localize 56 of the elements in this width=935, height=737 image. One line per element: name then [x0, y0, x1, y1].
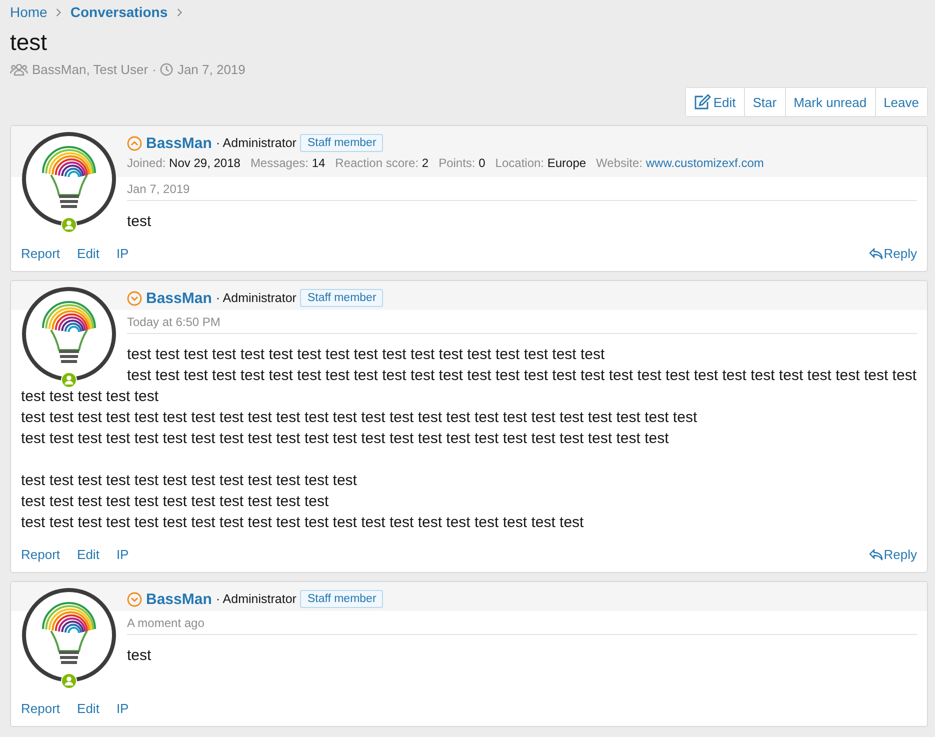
- author-link[interactable]: BassMan: [146, 134, 212, 152]
- message-text: test test test test test test test test test test test test test test test test test test test test test test test test test test test test test test test test test test test test test test test test test test test: [21, 471, 585, 533]
- breadcrumb-link[interactable]: Home: [10, 4, 48, 20]
- action-link[interactable]: IP: [116, 701, 129, 716]
- detail-value: Europe: [547, 156, 586, 170]
- action-link[interactable]: Edit: [77, 701, 100, 716]
- action-link[interactable]: Report: [21, 701, 60, 716]
- edit-icon: [694, 94, 712, 110]
- collapse-toggle[interactable]: [127, 136, 142, 150]
- toolbar-button[interactable]: Edit: [686, 88, 745, 116]
- detail-label: Messages:: [250, 156, 308, 170]
- staff-badge: Staff member: [300, 289, 384, 307]
- detail-value: 2: [422, 156, 429, 170]
- detail-value: 0: [478, 156, 486, 170]
- message-text: test: [126, 212, 152, 232]
- clock-icon: [160, 63, 174, 76]
- user-title: · Administrator: [216, 136, 296, 150]
- action-link[interactable]: Report: [21, 246, 60, 261]
- user-title: · Administrator: [216, 592, 296, 606]
- expand-toggle[interactable]: [127, 592, 142, 606]
- staff-badge: Staff member: [300, 134, 384, 152]
- conversation-date: Jan 7, 2019: [177, 62, 246, 77]
- separator: ·: [152, 62, 156, 77]
- reply-link[interactable]: Reply: [868, 246, 917, 261]
- message-text: test test test test test test test test test test test test test test test test test test test test test test test test test test test test test test test test test test test test test test test test test test test test test test test test test test test test test test test test test test test test test test test test test test test test test test test test test test test test test test test test test test test test test test test test test test test test test test test test test: [21, 345, 917, 449]
- user-title: · Administrator: [216, 291, 296, 305]
- action-link[interactable]: IP: [116, 246, 129, 261]
- detail-label: Website:: [596, 156, 643, 170]
- detail-label: Points:: [438, 156, 476, 170]
- message-date: Today at 6:50 PM: [127, 315, 917, 334]
- website-link[interactable]: www.customizexf.com: [646, 156, 764, 170]
- detail-label: Reaction score:: [335, 156, 419, 170]
- expand-toggle[interactable]: [127, 290, 142, 306]
- detail-label: Location:: [495, 156, 544, 170]
- message-date: A moment ago: [127, 616, 917, 635]
- action-link[interactable]: Edit: [77, 547, 100, 562]
- page-title: test: [10, 29, 48, 56]
- message-date: Jan 7, 2019: [127, 182, 917, 201]
- detail-value: Nov 29, 2018: [169, 156, 240, 170]
- action-link[interactable]: Edit: [77, 246, 100, 261]
- reply-arrow-icon: [868, 248, 883, 260]
- action-link[interactable]: Report: [21, 547, 60, 562]
- message-text: test: [126, 646, 152, 666]
- author-link[interactable]: BassMan: [146, 590, 212, 608]
- staff-badge: Staff member: [300, 590, 384, 608]
- action-link[interactable]: IP: [116, 547, 129, 562]
- breadcrumb-link[interactable]: Conversations: [70, 4, 168, 20]
- reply-arrow-icon: [868, 548, 883, 560]
- reply-link[interactable]: Reply: [868, 547, 917, 562]
- detail-value: 14: [312, 156, 326, 170]
- users-icon: [10, 63, 28, 76]
- detail-label: Joined:: [127, 156, 166, 170]
- chevron-right-icon: [55, 8, 62, 16]
- author-link[interactable]: BassMan: [146, 290, 212, 306]
- chevron-right-icon: [176, 8, 183, 16]
- participants: BassMan, Test User: [32, 62, 148, 77]
